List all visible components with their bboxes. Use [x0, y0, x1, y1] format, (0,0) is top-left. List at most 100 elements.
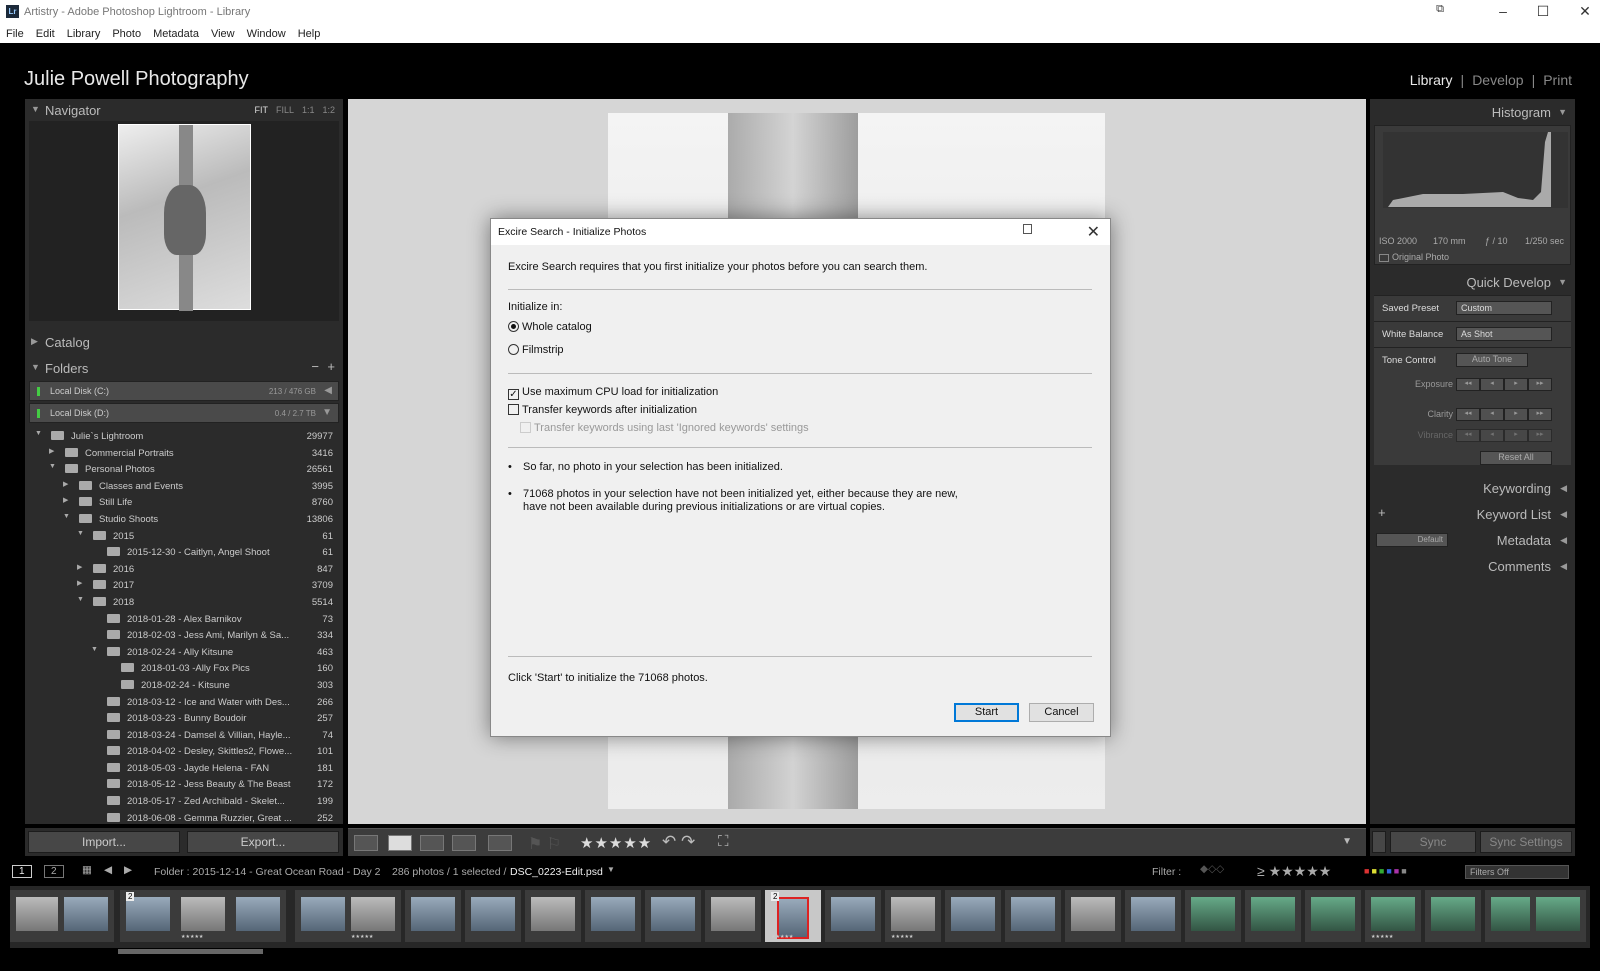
flag-icons[interactable]: ⚑ ⚐ — [528, 834, 561, 854]
color-label-filter[interactable]: ■■■■■■ — [1364, 866, 1409, 876]
cancel-button[interactable]: Cancel — [1029, 703, 1094, 722]
filmstrip-thumbnail[interactable] — [465, 890, 521, 942]
remove-folder-button[interactable]: − — [311, 359, 319, 374]
filmstrip-thumbnail[interactable] — [295, 890, 351, 942]
folder-row[interactable]: ▶ Classes and Events 3995 — [25, 478, 343, 495]
page-1-button[interactable]: 1 — [12, 865, 32, 878]
filmstrip-thumbnail[interactable] — [705, 890, 761, 942]
navigator-preview[interactable] — [29, 121, 339, 321]
menu-help[interactable]: Help — [298, 28, 321, 43]
folder-row[interactable]: 2018-03-24 - Damsel & Villian, Hayle... 7… — [25, 727, 343, 744]
stack-count-badge[interactable]: 2 — [771, 892, 780, 901]
filmstrip-thumbnail[interactable] — [1305, 890, 1361, 942]
menu-file[interactable]: File — [6, 28, 24, 43]
page-2-button[interactable]: 2 — [44, 865, 64, 878]
disclosure-triangle-icon[interactable]: ▶ — [77, 579, 82, 587]
menu-view[interactable]: View — [211, 28, 235, 43]
filmstrip-thumbnail[interactable]: ★★★★★ — [885, 890, 941, 942]
module-print[interactable]: Print — [1543, 72, 1572, 88]
folders-header[interactable]: ▼ Folders − + — [25, 357, 343, 379]
checkbox-transfer-keywords[interactable]: Transfer keywords after initialization — [508, 404, 697, 416]
filmstrip-thumbnail[interactable]: 2 — [120, 890, 176, 942]
navigator-header[interactable]: ▼ Navigator FIT FILL 1:1 1:2 — [25, 99, 343, 121]
menu-library[interactable]: Library — [67, 28, 101, 43]
nav-fit[interactable]: FIT — [254, 105, 268, 115]
checkbox-max-cpu[interactable]: ✓ Use maximum CPU load for initialization — [508, 386, 718, 400]
clarity-stepper[interactable]: ◂◂ ◂ ▸ ▸▸ — [1456, 408, 1552, 421]
selected-filename[interactable]: DSC_0223-Edit.psd — [510, 866, 603, 878]
filename-dropdown-icon[interactable]: ▼ — [607, 865, 615, 874]
metadata-header[interactable]: Default Metadata ◀ — [1370, 527, 1575, 553]
star-filter[interactable]: ≥ ★★★★★ — [1257, 863, 1331, 880]
menu-photo[interactable]: Photo — [112, 28, 141, 43]
folder-row[interactable]: ▶ Still Life 8760 — [25, 494, 343, 511]
export-button[interactable]: Export... — [187, 831, 339, 853]
filmstrip-thumbnail[interactable] — [945, 890, 1001, 942]
keyword-list-header[interactable]: + Keyword List ◀ — [1370, 501, 1575, 527]
folder-row[interactable]: 2018-05-12 - Jess Beauty & The Beast 172 — [25, 776, 343, 793]
filmstrip-thumbnail[interactable] — [1005, 890, 1061, 942]
disclosure-triangle-icon[interactable]: ▶ — [63, 496, 68, 504]
disclosure-triangle-icon[interactable]: ▼ — [77, 596, 84, 603]
folder-row[interactable]: ▶ 2016 847 — [25, 561, 343, 578]
filmstrip-thumbnail[interactable] — [1425, 890, 1481, 942]
vibrance-stepper[interactable]: ◂◂ ◂ ▸ ▸▸ — [1456, 429, 1552, 442]
folder-row[interactable]: 2018-06-08 - Gemma Ruzzier, Great ... 252 — [25, 810, 343, 827]
filmstrip-thumbnail[interactable] — [1125, 890, 1181, 942]
nav-1-1[interactable]: 1:1 — [302, 105, 315, 115]
disclosure-triangle-icon[interactable]: ▼ — [49, 463, 56, 470]
filmstrip-thumbnail[interactable] — [58, 890, 114, 942]
histogram[interactable]: ISO 2000 170 mm ƒ / 10 1/250 sec Origina… — [1374, 125, 1571, 265]
module-develop[interactable]: Develop — [1472, 72, 1523, 88]
folder-row[interactable]: ▶ 2017 3709 — [25, 577, 343, 594]
auto-tone-button[interactable]: Auto Tone — [1456, 353, 1528, 367]
filmstrip-scrollbar[interactable] — [118, 949, 263, 954]
folder-row[interactable]: ▼ Studio Shoots 13806 — [25, 511, 343, 528]
folder-row[interactable]: 2018-05-17 - Zed Archibald - Skelet... 19… — [25, 793, 343, 810]
disclosure-triangle-icon[interactable]: ▼ — [63, 513, 70, 520]
filmstrip-thumbnail[interactable] — [645, 890, 701, 942]
filmstrip-thumbnail[interactable]: 2 ★★★★★ — [765, 890, 821, 942]
minimize-button[interactable]: – — [1488, 3, 1518, 19]
catalog-header[interactable]: ▶ Catalog — [25, 331, 343, 353]
filmstrip-thumbnail[interactable] — [1185, 890, 1241, 942]
flag-filter-icons[interactable]: ◆◇◇ — [1200, 863, 1224, 875]
sync-settings-button[interactable]: Sync Settings — [1480, 831, 1572, 853]
folder-row[interactable]: ▼ 2015 61 — [25, 528, 343, 545]
disk-toggle-icon[interactable]: ▼ — [322, 407, 332, 418]
grid-view-icon[interactable] — [354, 835, 378, 851]
crop-icon[interactable]: ⛶ — [718, 833, 729, 850]
close-window-button[interactable]: ✕ — [1570, 3, 1600, 20]
folder-row[interactable]: 2018-05-03 - Jayde Helena - FAN 181 — [25, 760, 343, 777]
exposure-stepper[interactable]: ◂◂ ◂ ▸ ▸▸ — [1456, 378, 1552, 391]
filmstrip-thumbnail[interactable] — [1530, 890, 1586, 942]
survey-view-icon[interactable] — [452, 835, 476, 851]
maximize-button[interactable]: ☐ — [1528, 3, 1558, 20]
star-rating[interactable]: ★★★★★ — [580, 834, 652, 852]
folder-row[interactable]: ▼ 2018 5514 — [25, 594, 343, 611]
disk-c[interactable]: Local Disk (C:) 213 / 476 GB ◀ — [29, 381, 339, 401]
folder-row[interactable]: 2018-02-03 - Jess Ami, Marilyn & Sa... 33… — [25, 627, 343, 644]
filter-preset-select[interactable]: Filters Off — [1465, 865, 1569, 879]
menu-metadata[interactable]: Metadata — [153, 28, 199, 43]
filmstrip-thumbnail[interactable] — [405, 890, 461, 942]
back-arrow-icon[interactable]: ◀ — [104, 864, 112, 876]
original-photo-toggle[interactable]: Original Photo — [1379, 252, 1449, 262]
filmstrip-thumbnail[interactable] — [1065, 890, 1121, 942]
folder-row[interactable]: 2018-04-02 - Desley, Skittles2, Flowe...… — [25, 743, 343, 760]
radio-whole-catalog[interactable]: Whole catalog — [508, 321, 592, 333]
auto-sync-toggle[interactable] — [1372, 831, 1386, 853]
module-library[interactable]: Library — [1410, 72, 1453, 88]
start-button[interactable]: Start — [954, 703, 1019, 722]
disclosure-triangle-icon[interactable]: ▼ — [91, 646, 98, 653]
sync-button[interactable]: Sync — [1390, 831, 1476, 853]
disclosure-triangle-icon[interactable]: ▼ — [35, 430, 42, 437]
filmstrip[interactable]: 2 ★★★★★ ★★★★★ 2 ★★★★★ ★★★★★ ★★★★★ — [10, 886, 1590, 948]
filmstrip-thumbnail[interactable]: ★★★★★ — [175, 890, 231, 942]
folder-row[interactable]: 2015-12-30 - Caitlyn, Angel Shoot 61 — [25, 544, 343, 561]
folder-row[interactable]: 2018-01-03 -Ally Fox Pics 160 — [25, 660, 343, 677]
folder-row[interactable]: ▼ Personal Photos 26561 — [25, 461, 343, 478]
filmstrip-thumbnail[interactable] — [585, 890, 641, 942]
pin-icon[interactable]: ⧉ — [1425, 3, 1455, 16]
folder-row[interactable]: ▼ 2018-02-24 - Ally Kitsune 463 — [25, 644, 343, 661]
